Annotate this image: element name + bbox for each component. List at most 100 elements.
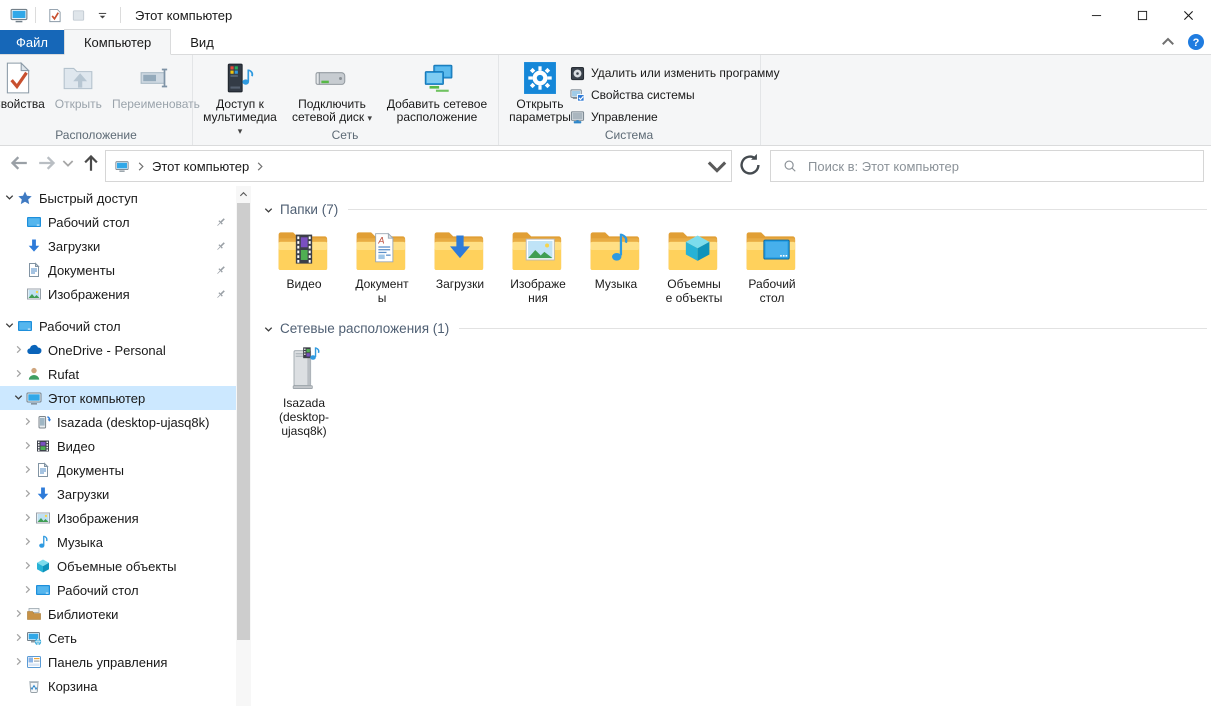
recent-locations-button[interactable]	[60, 149, 76, 177]
chevron-expanded-icon[interactable]	[263, 204, 274, 215]
sidebar-item-control-panel[interactable]: Панель управления	[0, 650, 236, 674]
properties-doc-icon	[1, 61, 35, 95]
scrollbar-up-button[interactable]	[236, 186, 251, 202]
sidebar-item-picture[interactable]: Изображения	[0, 506, 236, 530]
scrollbar-thumb[interactable]	[237, 203, 250, 640]
chevron-collapsed-icon[interactable]	[13, 368, 26, 380]
refresh-button[interactable]	[735, 150, 765, 180]
customize-quick-access-button[interactable]	[90, 3, 114, 27]
forward-button[interactable]	[34, 149, 60, 177]
sidebar-item-user[interactable]: Rufat	[0, 362, 236, 386]
breadcrumb-segment[interactable]: Этот компьютер	[152, 159, 249, 174]
chevron-collapsed-icon[interactable]	[13, 608, 26, 620]
ribbon-menu-item-system-properties[interactable]: Свойства системы	[570, 84, 780, 106]
close-button[interactable]	[1165, 0, 1211, 30]
tile-folder-video[interactable]: Видео	[265, 225, 343, 291]
chevron-collapsed-icon[interactable]	[13, 344, 26, 356]
chevron-collapsed-icon[interactable]	[22, 440, 35, 452]
ribbon-button-settings[interactable]: Открыть параметры	[502, 61, 578, 124]
pin-icon[interactable]	[214, 216, 227, 229]
tab-file[interactable]: Файл	[0, 30, 64, 54]
breadcrumb-chevron-icon[interactable]	[137, 161, 145, 172]
help-button[interactable]: ?	[1187, 33, 1205, 51]
pin-icon[interactable]	[214, 264, 227, 277]
tile-folder-music[interactable]: Музыка	[577, 225, 655, 291]
qat-new-folder-button[interactable]	[66, 3, 90, 27]
sidebar-item-document[interactable]: Документы	[0, 258, 236, 282]
sidebar-item-desktop[interactable]: Рабочий стол	[0, 210, 236, 234]
ribbon-button-label: Подключить сетевой диск ▾	[289, 98, 375, 125]
sidebar-item-onedrive[interactable]: OneDrive - Personal	[0, 338, 236, 362]
address-dropdown-button[interactable]	[703, 151, 731, 181]
sidebar-item-phone[interactable]: Isazada (desktop-ujasq8k)	[0, 410, 236, 434]
sidebar-item-network[interactable]: Сеть	[0, 626, 236, 650]
pin-icon[interactable]	[214, 240, 227, 253]
sidebar-item-recycle[interactable]: Корзина	[0, 674, 236, 698]
address-bar[interactable]: Этот компьютер	[105, 150, 732, 182]
back-button[interactable]	[6, 149, 32, 177]
ribbon-menu-item-uninstall[interactable]: Удалить или изменить программу	[570, 62, 780, 84]
tile-folder-download[interactable]: Загрузки	[421, 225, 499, 291]
search-input[interactable]	[806, 158, 1203, 175]
chevron-collapsed-icon[interactable]	[22, 512, 35, 524]
tab-computer[interactable]: Компьютер	[64, 29, 171, 55]
sidebar-item-label: Библиотеки	[48, 607, 118, 622]
chevron-expanded-icon[interactable]	[13, 392, 26, 404]
content-group: Папки (7) Видео A Документы Загрузки Изо…	[251, 199, 1211, 305]
tile-folder-3d[interactable]: Объемные объекты	[655, 225, 733, 305]
ribbon-button-open-folder[interactable]: Открыть	[50, 61, 107, 111]
group-header[interactable]: Папки (7)	[263, 199, 1207, 219]
chevron-collapsed-icon[interactable]	[22, 536, 35, 548]
sidebar-item-download[interactable]: Загрузки	[0, 234, 236, 258]
tile-folder-doc[interactable]: A Документы	[343, 225, 421, 305]
sidebar-item-cube[interactable]: Объемные объекты	[0, 554, 236, 578]
collapse-ribbon-button[interactable]	[1159, 33, 1177, 51]
chevron-collapsed-icon[interactable]	[13, 632, 26, 644]
chevron-expanded-icon[interactable]	[263, 323, 274, 334]
breadcrumb-chevron-icon[interactable]	[256, 161, 264, 172]
desktop-icon	[26, 214, 42, 230]
sidebar-item-picture[interactable]: Изображения	[0, 282, 236, 306]
sidebar-item-libraries[interactable]: Библиотеки	[0, 602, 236, 626]
sidebar-item-star[interactable]: Быстрый доступ	[0, 186, 236, 210]
tile-label: Видео	[286, 277, 321, 291]
sidebar-item-label: Рабочий стол	[57, 583, 139, 598]
tile-folder-desktop[interactable]: Рабочий стол	[733, 225, 811, 305]
ribbon-button-properties-doc[interactable]: Свойства	[0, 61, 50, 111]
tile-media-device[interactable]: Isazada (desktop-ujasq8k)	[265, 344, 343, 438]
chevron-expanded-icon[interactable]	[4, 192, 17, 204]
chevron-collapsed-icon[interactable]	[22, 488, 35, 500]
qat-properties-button[interactable]	[42, 3, 66, 27]
sidebar-item-video[interactable]: Видео	[0, 434, 236, 458]
minimize-button[interactable]	[1073, 0, 1119, 30]
chevron-collapsed-icon[interactable]	[22, 464, 35, 476]
explorer-window-icon[interactable]	[9, 6, 29, 24]
group-header[interactable]: Сетевые расположения (1)	[263, 318, 1207, 338]
group-divider	[459, 328, 1207, 329]
chevron-collapsed-icon[interactable]	[22, 560, 35, 572]
sidebar-item-computer[interactable]: Этот компьютер	[0, 386, 236, 410]
sidebar-item-document[interactable]: Документы	[0, 458, 236, 482]
tab-view[interactable]: Вид	[171, 30, 233, 54]
sidebar-item-desktop[interactable]: Рабочий стол	[0, 578, 236, 602]
tile-folder-picture[interactable]: Изображения	[499, 225, 577, 305]
onedrive-icon	[26, 342, 42, 358]
ribbon-button-media-server[interactable]: Доступ к мультимедиа ▾	[196, 61, 284, 138]
maximize-button[interactable]	[1119, 0, 1165, 30]
divider	[35, 7, 36, 23]
ribbon-menu-item-manage[interactable]: Управление	[570, 106, 780, 128]
ribbon-button-rename[interactable]: Переименовать	[107, 61, 205, 111]
chevron-collapsed-icon[interactable]	[13, 656, 26, 668]
sidebar-item-label: OneDrive - Personal	[48, 343, 166, 358]
chevron-collapsed-icon[interactable]	[22, 416, 35, 428]
chevron-placeholder	[13, 680, 26, 692]
ribbon-button-network-drive[interactable]: Подключить сетевой диск ▾	[284, 61, 380, 125]
sidebar-item-download[interactable]: Загрузки	[0, 482, 236, 506]
chevron-expanded-icon[interactable]	[4, 320, 17, 332]
ribbon-button-network-location[interactable]: Добавить сетевое расположение	[380, 61, 494, 124]
chevron-collapsed-icon[interactable]	[22, 584, 35, 596]
sidebar-item-desktop[interactable]: Рабочий стол	[0, 314, 236, 338]
sidebar-item-music[interactable]: Музыка	[0, 530, 236, 554]
up-button[interactable]	[78, 149, 104, 177]
pin-icon[interactable]	[214, 288, 227, 301]
